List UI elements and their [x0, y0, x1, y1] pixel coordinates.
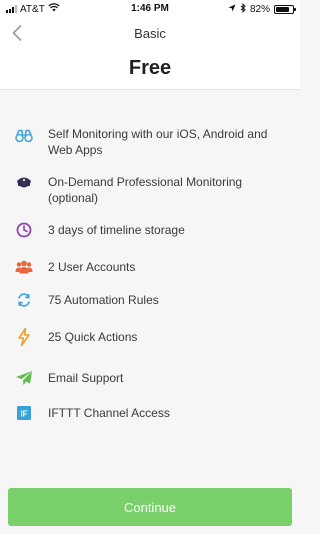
- clock-icon: [14, 220, 34, 240]
- nav-title: Basic: [134, 26, 166, 41]
- feature-label: Self Monitoring with our iOS, Android an…: [48, 127, 268, 157]
- svg-text:IF: IF: [20, 410, 27, 419]
- police-cap-icon: [14, 172, 34, 192]
- feature-label: On-Demand Professional Monitoring (optio…: [48, 175, 243, 205]
- lightning-icon: [14, 327, 34, 347]
- binoculars-icon: [14, 126, 34, 146]
- battery-percent: 82%: [249, 4, 270, 15]
- feature-label: 25 Quick Actions: [48, 330, 138, 344]
- header: Basic Free: [0, 18, 300, 90]
- users-icon: [14, 257, 34, 277]
- ifttt-icon: IF: [14, 403, 34, 423]
- sync-icon: [14, 290, 34, 310]
- plan-name: Free: [128, 57, 172, 79]
- location-icon: [228, 4, 236, 15]
- status-right: 82%: [228, 2, 296, 16]
- feature-label: 3 days of timeline storage: [48, 223, 185, 237]
- continue-button[interactable]: Continue: [8, 488, 292, 526]
- feature-label: 75 Automation Rules: [48, 293, 159, 307]
- status-bar: AT&T 1:46 PM 82%: [0, 0, 300, 18]
- battery-fill: [276, 7, 290, 12]
- feature-label: 2 User Accounts: [48, 260, 136, 274]
- battery-icon: [274, 5, 296, 14]
- bluetooth-icon: [240, 2, 246, 16]
- paper-plane-icon: [14, 368, 34, 388]
- feature-label: IFTTT Channel Access: [48, 406, 170, 420]
- feature-label: Email Support: [48, 371, 124, 385]
